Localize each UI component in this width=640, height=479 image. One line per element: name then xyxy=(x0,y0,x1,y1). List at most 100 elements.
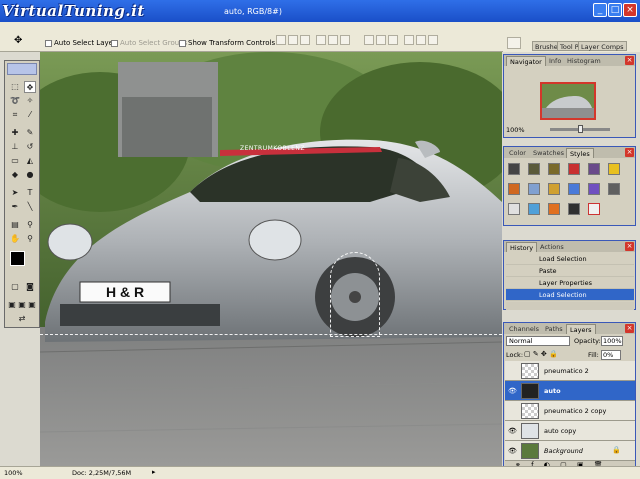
style-swatch[interactable] xyxy=(508,183,520,195)
layer-row[interactable]: 👁 auto copy xyxy=(505,421,635,441)
toolbox-header-icon[interactable] xyxy=(7,63,37,75)
hand-tool-icon[interactable]: ✋ xyxy=(9,233,21,245)
document-canvas[interactable]: H & R ZENTRUMKOBLENZ xyxy=(40,52,502,466)
close-icon[interactable]: × xyxy=(625,148,634,157)
tab-swatches[interactable]: Swatches xyxy=(530,148,567,158)
style-swatch[interactable] xyxy=(528,203,540,215)
distribute-bottom-icon[interactable] xyxy=(388,35,398,45)
line-tool-icon[interactable]: ╲ xyxy=(24,201,36,213)
align-top-icon[interactable] xyxy=(276,35,286,45)
style-swatch[interactable] xyxy=(548,203,560,215)
move-tool-icon[interactable]: ✥ xyxy=(24,81,36,93)
align-bottom-icon[interactable] xyxy=(300,35,310,45)
layer-row[interactable]: pneumatico 2 xyxy=(505,361,635,381)
tab-histogram[interactable]: Histogram xyxy=(564,56,604,66)
tab-navigator[interactable]: Navigator xyxy=(506,56,546,66)
style-swatch[interactable] xyxy=(508,203,520,215)
eye-icon[interactable] xyxy=(508,367,516,375)
distribute-left-icon[interactable] xyxy=(404,35,414,45)
healing-brush-icon[interactable]: ✚ xyxy=(9,127,21,139)
dodge-tool-icon[interactable]: ● xyxy=(24,169,36,181)
no-style-swatch[interactable] xyxy=(588,203,600,215)
paint-bucket-icon[interactable]: ◭ xyxy=(24,155,36,167)
eye-icon[interactable]: 👁 xyxy=(508,447,517,455)
screen-mode-full-icon[interactable]: ▣ xyxy=(27,299,37,311)
align-left-icon[interactable] xyxy=(316,35,326,45)
distribute-vcenter-icon[interactable] xyxy=(376,35,386,45)
path-select-icon[interactable]: ➤ xyxy=(9,187,21,199)
status-arrow-icon[interactable]: ▸ xyxy=(152,468,156,476)
history-item-selected[interactable]: Load Selection xyxy=(506,289,634,301)
tab-color[interactable]: Color xyxy=(506,148,529,158)
style-swatch[interactable] xyxy=(568,163,580,175)
history-brush-icon[interactable]: ↺ xyxy=(24,141,36,153)
file-browser-icon[interactable] xyxy=(507,37,521,49)
standard-mode-icon[interactable]: ▢ xyxy=(9,281,21,293)
distribute-hcenter-icon[interactable] xyxy=(416,35,426,45)
style-swatch[interactable] xyxy=(508,163,520,175)
align-hcenter-icon[interactable] xyxy=(328,35,338,45)
blur-tool-icon[interactable]: ◆ xyxy=(9,169,21,181)
style-swatch[interactable] xyxy=(568,183,580,195)
style-swatch[interactable] xyxy=(548,183,560,195)
checkbox-icon[interactable] xyxy=(179,39,186,47)
align-right-icon[interactable] xyxy=(340,35,350,45)
blend-mode-select[interactable]: Normal xyxy=(506,336,570,346)
show-transform-controls-option[interactable]: Show Transform Controls xyxy=(179,39,275,47)
style-swatch[interactable] xyxy=(548,163,560,175)
close-icon[interactable]: × xyxy=(625,56,634,65)
style-swatch[interactable] xyxy=(588,163,600,175)
status-zoom[interactable]: 100% xyxy=(4,469,23,477)
history-item[interactable]: Paste xyxy=(506,265,634,277)
well-tab-layer-comps[interactable]: Layer Comps xyxy=(578,41,627,51)
style-swatch[interactable] xyxy=(568,203,580,215)
layer-row[interactable]: 👁 Background 🔒 xyxy=(505,441,635,461)
eyedropper-icon[interactable]: ⚲ xyxy=(24,219,36,231)
slice-tool-icon[interactable]: ⁄ xyxy=(24,109,36,121)
tab-paths[interactable]: Paths xyxy=(542,324,566,334)
tab-info[interactable]: Info xyxy=(546,56,564,66)
history-item[interactable]: Load Selection xyxy=(506,253,634,265)
minimize-button[interactable]: _ xyxy=(593,3,607,17)
screen-mode-full-menu-icon[interactable]: ▣ xyxy=(17,299,27,311)
crop-tool-icon[interactable]: ⌗ xyxy=(9,109,21,121)
eraser-tool-icon[interactable]: ▭ xyxy=(9,155,21,167)
style-swatch[interactable] xyxy=(588,183,600,195)
close-icon[interactable]: × xyxy=(625,242,634,251)
style-swatch[interactable] xyxy=(608,183,620,195)
maximize-button[interactable]: □ xyxy=(608,3,622,17)
tab-actions[interactable]: Actions xyxy=(537,242,567,252)
auto-select-groups-option[interactable]: Auto Select Groups xyxy=(111,39,187,47)
close-button[interactable]: × xyxy=(623,3,637,17)
stamp-tool-icon[interactable]: ⊥ xyxy=(9,141,21,153)
tab-styles[interactable]: Styles xyxy=(566,148,594,158)
history-item[interactable]: Layer Properties xyxy=(506,277,634,289)
lock-icons[interactable]: ▢ ✎ ✥ 🔒 xyxy=(524,350,564,359)
eye-icon[interactable]: 👁 xyxy=(508,387,517,395)
brush-tool-icon[interactable]: ✎ xyxy=(24,127,36,139)
style-swatch[interactable] xyxy=(608,163,620,175)
layer-row[interactable]: pneumatico 2 copy xyxy=(505,401,635,421)
move-tool-preset-icon[interactable]: ✥ xyxy=(14,36,24,46)
tab-channels[interactable]: Channels xyxy=(506,324,542,334)
distribute-top-icon[interactable] xyxy=(364,35,374,45)
checkbox-icon[interactable] xyxy=(45,39,52,47)
eye-icon[interactable]: 👁 xyxy=(508,427,517,435)
tab-history[interactable]: History xyxy=(506,242,538,252)
close-icon[interactable]: × xyxy=(625,324,634,333)
navigator-preview[interactable] xyxy=(540,82,596,120)
opacity-field[interactable]: 100% xyxy=(601,336,623,346)
foreground-color-swatch[interactable] xyxy=(10,251,25,266)
eye-icon[interactable] xyxy=(508,407,516,415)
fill-field[interactable]: 0% xyxy=(601,350,621,360)
distribute-right-icon[interactable] xyxy=(428,35,438,45)
pen-tool-icon[interactable]: ✒ xyxy=(9,201,21,213)
lasso-tool-icon[interactable]: ➰ xyxy=(9,95,21,107)
auto-select-layer-option[interactable]: Auto Select Layer xyxy=(45,39,116,47)
navigator-zoom[interactable]: 100% xyxy=(506,126,525,134)
zoom-tool-icon[interactable]: ⚲ xyxy=(24,233,36,245)
tab-layers[interactable]: Layers xyxy=(566,324,596,334)
style-swatch[interactable] xyxy=(528,183,540,195)
type-tool-icon[interactable]: T xyxy=(24,187,36,199)
zoom-slider-handle[interactable] xyxy=(578,125,583,133)
